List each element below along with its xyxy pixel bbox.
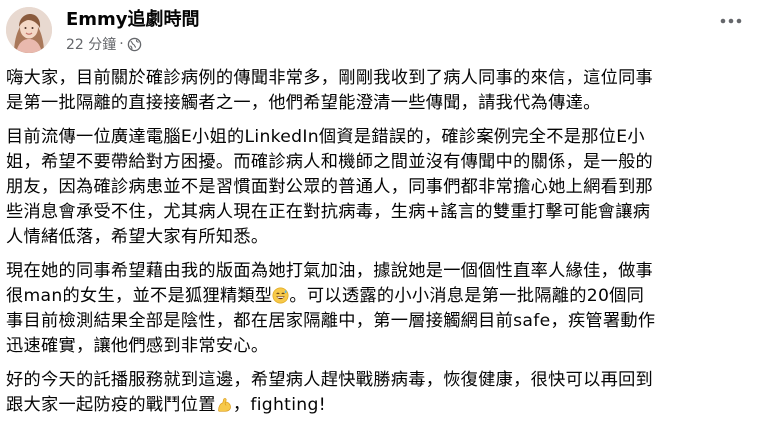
- post-time[interactable]: 22 分鐘: [66, 34, 116, 54]
- meta-separator: ·: [119, 36, 124, 52]
- text-line: 現在她的同事希望藉由我的版面為她打氣加油，據說她是一個個性直率人緣佳，做事: [6, 261, 654, 281]
- text-fragment: 很man的女生，並不是狐狸精類型: [6, 286, 273, 306]
- avatar-image: [6, 7, 52, 53]
- grinning-sweat-emoji-icon: [272, 287, 289, 304]
- text-fragment: 。可以透露的小小消息是第一批隔離的20個同: [289, 286, 645, 306]
- more-options-icon: [720, 18, 742, 24]
- facebook-post: Emmy追劇時間 22 分鐘 · 嗨大家，目前關於確診病例的傳聞非常多，剛剛我收…: [0, 0, 760, 445]
- avatar[interactable]: [6, 7, 52, 53]
- text-line-with-emoji: 很man的女生，並不是狐狸精類型 。可以透露的小小消息是第一批隔離的20個同: [6, 284, 754, 309]
- text-line-with-emoji: 跟大家一起防疫的戰鬥位置 ，fighting!: [6, 393, 754, 418]
- post-body: 嗨大家，目前關於確診病例的傳聞非常多，剛剛我收到了病人同事的來信，這位同事 是第…: [6, 66, 754, 427]
- text-line: 目前流傳一位廣達電腦E小姐的LinkedIn個資是錯誤的，確診案例完全不是那位E…: [6, 127, 645, 147]
- text-line: 事目前檢測結果全部是陰性，都在居家隔離中，第一層接觸網目前safe，疾管署動作: [6, 311, 656, 331]
- text-line: 些消息會承受不住，尤其病人現在正在對抗病毒，生病+謠言的雙重打擊可能會讓病: [6, 202, 651, 222]
- post-meta: 22 分鐘 ·: [66, 34, 142, 54]
- globe-icon[interactable]: [127, 37, 142, 52]
- text-line: 人情緒低落，希望大家有所知悉。: [6, 227, 269, 247]
- paragraph-3: 現在她的同事希望藉由我的版面為她打氣加油，據說她是一個個性直率人緣佳，做事 很m…: [6, 259, 754, 359]
- text-line: 嗨大家，目前關於確診病例的傳聞非常多，剛剛我收到了病人同事的來信，這位同事: [6, 68, 654, 88]
- text-line: 迅速確實，讓他們感到非常安心。: [6, 336, 269, 356]
- text-fragment: 跟大家一起防疫的戰鬥位置: [6, 395, 216, 415]
- paragraph-1: 嗨大家，目前關於確診病例的傳聞非常多，剛剛我收到了病人同事的來信，這位同事 是第…: [6, 66, 754, 116]
- text-line: 姐，希望不要帶給對方困擾。而確診病人和機師之間並沒有傳聞中的關係，是一般的: [6, 152, 654, 172]
- text-line: 好的今天的託播服務就到這邊，希望病人趕快戰勝病毒，恢復健康，很快可以再回到: [6, 370, 654, 390]
- author-name[interactable]: Emmy追劇時間: [66, 5, 200, 31]
- post-header: Emmy追劇時間 22 分鐘 ·: [0, 0, 760, 68]
- more-options-button[interactable]: [716, 6, 746, 36]
- paragraph-4: 好的今天的託播服務就到這邊，希望病人趕快戰勝病毒，恢復健康，很快可以再回到 跟大…: [6, 368, 754, 418]
- text-fragment: ，fighting!: [232, 395, 326, 415]
- flexed-biceps-emoji-icon: [216, 396, 233, 413]
- paragraph-2: 目前流傳一位廣達電腦E小姐的LinkedIn個資是錯誤的，確診案例完全不是那位E…: [6, 125, 754, 250]
- text-line: 是第一批隔離的直接接觸者之一，他們希望能澄清一些傳聞，請我代為傳達。: [6, 93, 601, 113]
- text-line: 朋友，因為確診病患並不是習慣面對公眾的普通人，同事們都非常擔心她上網看到那: [6, 177, 654, 197]
